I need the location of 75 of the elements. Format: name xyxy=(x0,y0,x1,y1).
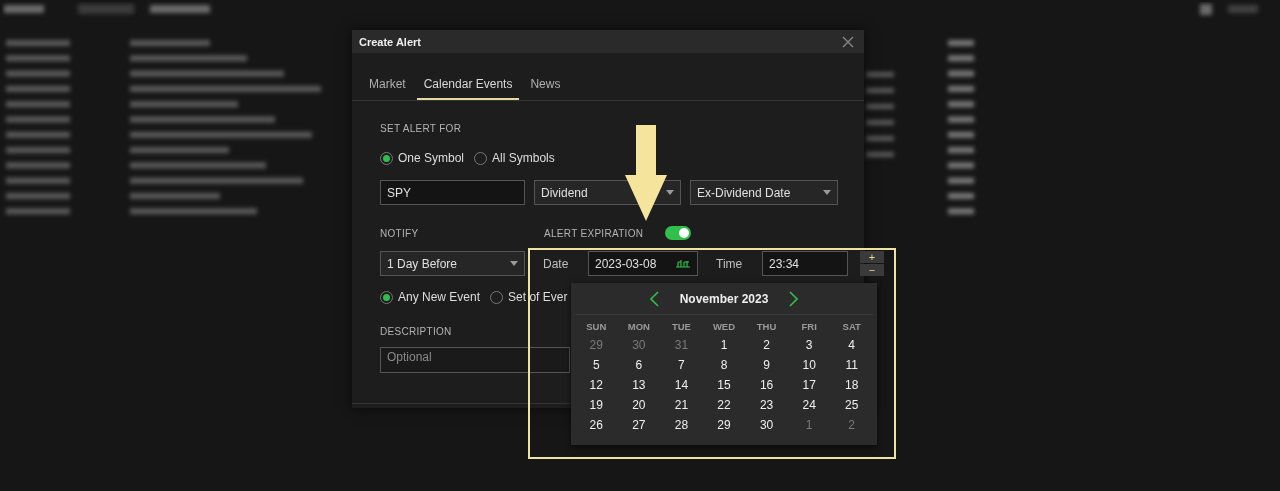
calendar-day[interactable]: 19 xyxy=(586,398,606,412)
calendar-day[interactable]: 15 xyxy=(714,378,734,392)
calendar-day[interactable]: 9 xyxy=(760,358,773,372)
section-label: NOTIFY xyxy=(380,228,419,239)
calendar-icon xyxy=(675,259,691,268)
date-label: Date xyxy=(543,256,570,271)
arrow-down-icon xyxy=(625,125,667,221)
calendar-day[interactable]: 1 xyxy=(717,338,731,352)
date-field[interactable]: 2023-03-08 xyxy=(588,251,698,276)
expiration-toggle[interactable] xyxy=(665,226,692,240)
weekday-label: MON xyxy=(627,321,650,332)
symbol-field[interactable]: SPY xyxy=(380,180,525,205)
calendar-day[interactable]: 8 xyxy=(717,358,731,372)
decrement-button[interactable]: − xyxy=(860,264,884,276)
calendar-day[interactable]: 2 xyxy=(760,338,773,352)
calendar-day[interactable]: 29 xyxy=(714,418,734,432)
month-title: November 2023 xyxy=(679,291,769,306)
section-label: DESCRIPTION xyxy=(380,326,452,337)
weekday-label: TUE xyxy=(671,321,691,332)
calendar-day[interactable]: 17 xyxy=(799,378,819,392)
tab[interactable]: Calendar Events xyxy=(416,69,520,100)
weekday-label: SUN xyxy=(586,321,607,332)
calendar-day[interactable]: 10 xyxy=(799,358,819,372)
radio-option[interactable]: One Symbol xyxy=(380,151,465,165)
weekday-label: WED xyxy=(712,321,736,332)
radio-option[interactable]: All Symbols xyxy=(474,151,555,165)
radio-label: All Symbols xyxy=(492,151,555,165)
calendar-day[interactable]: 4 xyxy=(845,338,859,352)
calendar-day[interactable]: 3 xyxy=(802,338,816,352)
radio-label: One Symbol xyxy=(398,151,465,165)
calendar-day[interactable]: 23 xyxy=(756,398,777,412)
calendar-day[interactable]: 11 xyxy=(842,358,861,372)
calendar-day[interactable]: 16 xyxy=(756,378,777,392)
calendar-day[interactable]: 26 xyxy=(586,418,606,432)
calendar-day[interactable]: 13 xyxy=(629,378,649,392)
radio-label: Any New Event xyxy=(398,290,481,304)
chevron-left-icon xyxy=(650,290,660,307)
calendar-day[interactable]: 18 xyxy=(842,378,862,392)
caret-icon xyxy=(823,190,831,195)
calendar-day[interactable]: 7 xyxy=(675,358,688,372)
radio-label: Set of Ever xyxy=(508,290,568,304)
time-label: Time xyxy=(716,256,744,271)
calendar-day[interactable]: 14 xyxy=(671,378,692,392)
increment-button[interactable]: + xyxy=(860,251,884,263)
tab[interactable]: Market xyxy=(362,69,413,100)
calendar-day[interactable]: 24 xyxy=(799,398,819,412)
close-icon xyxy=(842,35,854,48)
next-month-button[interactable] xyxy=(786,289,801,308)
event-field-dropdown[interactable]: Ex-Dividend Date xyxy=(690,180,838,205)
weekday-label: SAT xyxy=(842,321,861,332)
calendar-day[interactable]: 25 xyxy=(842,398,862,412)
radio-option[interactable]: Set of Ever xyxy=(490,290,568,304)
calendar-day[interactable]: 21 xyxy=(671,398,692,412)
section-label: ALERT EXPIRATION xyxy=(544,227,644,239)
calendar-day[interactable]: 27 xyxy=(629,418,649,432)
caret-icon xyxy=(666,190,674,195)
weekday-label: FRI xyxy=(801,321,817,332)
time-field[interactable]: 23:34 xyxy=(762,251,848,276)
dialog-title: Create Alert xyxy=(359,35,421,48)
notify-dropdown[interactable]: 1 Day Before xyxy=(380,251,525,276)
radio-option[interactable]: Any New Event xyxy=(380,290,481,304)
caret-icon xyxy=(510,261,518,266)
weekday-label: THU xyxy=(756,321,777,332)
calendar-day[interactable]: 30 xyxy=(756,418,777,432)
chevron-right-icon xyxy=(788,290,798,307)
description-field[interactable]: Optional xyxy=(380,347,570,373)
tab[interactable]: News xyxy=(523,69,568,100)
calendar-day[interactable]: 5 xyxy=(589,358,603,372)
previous-month-button[interactable] xyxy=(647,289,662,308)
calendar-day[interactable]: 28 xyxy=(671,418,692,432)
calendar-day[interactable]: 20 xyxy=(629,398,649,412)
calendar-day[interactable]: 12 xyxy=(586,378,606,392)
section-label: SET ALERT FOR xyxy=(380,123,462,134)
calendar-day[interactable]: 22 xyxy=(714,398,734,412)
calendar-day[interactable]: 6 xyxy=(632,358,646,372)
